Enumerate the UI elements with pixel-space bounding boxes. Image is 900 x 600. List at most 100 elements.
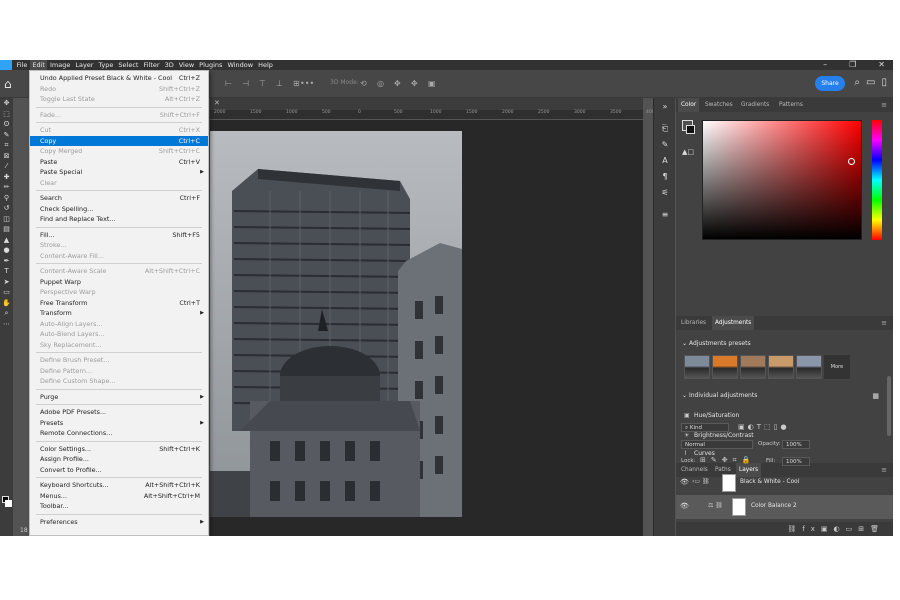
pan-icon[interactable]: ✥ xyxy=(394,79,403,88)
adjust-icon[interactable]: ≡ xyxy=(659,210,671,220)
lasso-tool-icon[interactable]: ʘ xyxy=(0,119,13,130)
preset-thumb-1[interactable] xyxy=(684,355,710,379)
layer-filter-select[interactable]: ⌕ Kind xyxy=(681,423,729,432)
close-icon[interactable]: ✕ xyxy=(878,60,885,70)
menu-item-copy[interactable]: Copy Ctrl+C xyxy=(30,135,208,146)
menu-item-copy-merged[interactable]: Copy Merged Shift+Ctrl+C xyxy=(30,146,208,157)
tab-patterns[interactable]: Patterns xyxy=(776,98,806,112)
history-brush-tool-icon[interactable]: ↺ xyxy=(0,203,13,214)
more-tools-icon[interactable]: ⋯ xyxy=(0,319,13,330)
menu-item-content-aware-scale[interactable]: Content-Aware Scale Alt+Shift+Ctrl+C xyxy=(30,266,208,277)
slide-icon[interactable]: ✥ xyxy=(411,79,420,88)
align-left-icon[interactable]: ⊢ xyxy=(225,79,234,88)
presets-header[interactable]: ⌄ Adjustments presets xyxy=(682,340,751,347)
hand-tool-icon[interactable]: ✋ xyxy=(0,298,13,309)
panel-menu-icon[interactable]: ≡ xyxy=(878,98,890,112)
menu-item-assign-profile[interactable]: Assign Profile... xyxy=(30,454,208,465)
menu-item-adobe-pdf-presets[interactable]: Adobe PDF Presets... xyxy=(30,407,208,418)
color-field[interactable] xyxy=(702,120,862,240)
layers-footer-icons[interactable]: ⛓fx▣◐▭⊞🗑 xyxy=(676,522,893,536)
menu-item-keyboard-shortcuts[interactable]: Keyboard Shortcuts... Alt+Shift+Ctrl+K xyxy=(30,480,208,491)
align-top-icon[interactable]: ⊥ xyxy=(276,79,285,88)
pen-tool-icon[interactable]: ✒ xyxy=(0,256,13,267)
menu-plugins[interactable]: Plugins xyxy=(197,60,225,70)
layer-group-row[interactable]: 👁 ›▭ ⛓ Black & White - Cool xyxy=(676,471,893,495)
preset-thumb-4[interactable] xyxy=(768,355,794,379)
menu-item-paste-special[interactable]: Paste Special ▶ xyxy=(30,167,208,178)
brush-settings-icon[interactable]: ✎ xyxy=(659,140,671,150)
paragraph-icon[interactable]: ¶ xyxy=(659,172,671,182)
preset-thumb-2[interactable] xyxy=(712,355,738,379)
menu-type[interactable]: Type xyxy=(96,60,116,70)
crop-tool-icon[interactable]: ⌗ xyxy=(0,140,13,151)
menu-item-paste[interactable]: Paste Ctrl+V xyxy=(30,157,208,168)
tab-color[interactable]: Color xyxy=(678,98,700,112)
menu-item-auto-blend-layers[interactable]: Auto-Blend Layers... xyxy=(30,329,208,340)
type-tool-icon[interactable]: T xyxy=(0,266,13,277)
menu-item-preferences[interactable]: Preferences ▶ xyxy=(30,517,208,528)
restore-icon[interactable]: ❐ xyxy=(849,60,856,70)
menu-item-sky-replacement[interactable]: Sky Replacement... xyxy=(30,340,208,351)
move-tool-icon[interactable]: ✥ xyxy=(0,98,13,109)
document-tab[interactable]: ✕ xyxy=(210,98,643,110)
blur-tool-icon[interactable]: ▲ xyxy=(0,235,13,246)
menu-item-color-settings[interactable]: Color Settings... Shift+Ctrl+K xyxy=(30,444,208,455)
hue-slider[interactable] xyxy=(872,120,882,240)
brush-tool-icon[interactable]: ✏ xyxy=(0,182,13,193)
align-center-icon[interactable]: ⊣ xyxy=(242,79,251,88)
grid-view-icon[interactable]: ▦ xyxy=(872,392,879,400)
workspace-icon[interactable]: ▭ xyxy=(866,77,875,89)
menu-item-stroke[interactable]: Stroke... xyxy=(30,240,208,251)
menu-item-undo-applied-preset-black-white-cool[interactable]: Undo Applied Preset Black & White - Cool… xyxy=(30,73,208,84)
menu-item-remote-connections[interactable]: Remote Connections... xyxy=(30,428,208,439)
menu-item-redo[interactable]: Redo Shift+Ctrl+Z xyxy=(30,84,208,95)
menu-item-menus[interactable]: Menus... Alt+Shift+Ctrl+M xyxy=(30,491,208,502)
menu-window[interactable]: Window xyxy=(225,60,256,70)
menu-item-define-custom-shape[interactable]: Define Custom Shape... xyxy=(30,376,208,387)
character-icon[interactable]: A xyxy=(659,156,671,166)
opacity-input[interactable]: 100% xyxy=(782,440,810,449)
menu-item-puppet-warp[interactable]: Puppet Warp xyxy=(30,277,208,288)
menu-select[interactable]: Select xyxy=(116,60,141,70)
menu-item-cut[interactable]: Cut Ctrl+X xyxy=(30,125,208,136)
more-icon[interactable]: ••• xyxy=(300,79,314,88)
menu-item-define-pattern[interactable]: Define Pattern... xyxy=(30,366,208,377)
menu-item-transform[interactable]: Transform ▶ xyxy=(30,308,208,319)
menu-help[interactable]: Help xyxy=(256,60,276,70)
frame-tool-icon[interactable]: ⊠ xyxy=(0,151,13,162)
menu-item-clear[interactable]: Clear xyxy=(30,178,208,189)
home-icon[interactable]: ⌂ xyxy=(4,77,18,91)
preset-thumb-3[interactable] xyxy=(740,355,766,379)
menu-item-find-and-replace-text[interactable]: Find and Replace Text... xyxy=(30,214,208,225)
scale-icon[interactable]: ▣ xyxy=(428,79,437,88)
tab-swatches[interactable]: Swatches xyxy=(702,98,736,112)
eyedropper-tool-icon[interactable]: ⁄ xyxy=(0,161,13,172)
orbit-icon[interactable]: ⟲ xyxy=(360,79,369,88)
close-tab-icon[interactable]: ✕ xyxy=(214,99,220,107)
layer-adjustment-row[interactable]: 👁 ⚖ ⛓ Color Balance 2 xyxy=(676,495,893,519)
menu-item-check-spelling[interactable]: Check Spelling... xyxy=(30,204,208,215)
quick-select-tool-icon[interactable]: ✎ xyxy=(0,130,13,141)
gamut-warning-icon[interactable]: ▲□ xyxy=(682,148,694,156)
menu-item-toolbar[interactable]: Toolbar... xyxy=(30,501,208,512)
background-color-chip[interactable] xyxy=(686,125,695,134)
layer-filter-icons[interactable]: ▣◐T⬚▯● xyxy=(738,423,790,431)
panel-toggle-icon[interactable]: ▯ xyxy=(881,77,887,89)
menu-item-toggle-last-state[interactable]: Toggle Last State Alt+Ctrl+Z xyxy=(30,94,208,105)
menu-item-fade[interactable]: Fade... Shift+Ctrl+F xyxy=(30,110,208,121)
menu-filter[interactable]: Filter xyxy=(141,60,162,70)
menu-3d[interactable]: 3D xyxy=(162,60,176,70)
menu-item-auto-align-layers[interactable]: Auto-Align Layers... xyxy=(30,319,208,330)
share-button[interactable]: Share xyxy=(815,76,845,91)
properties-icon[interactable]: ⚟ xyxy=(659,188,671,198)
canvas-area[interactable] xyxy=(210,120,643,536)
shape-tool-icon[interactable]: ▭ xyxy=(0,287,13,298)
layer-mask-thumb[interactable] xyxy=(722,474,736,492)
preset-thumb-5[interactable] xyxy=(796,355,822,379)
menu-item-perspective-warp[interactable]: Perspective Warp xyxy=(30,287,208,298)
menu-edit[interactable]: Edit xyxy=(29,60,48,70)
tab-gradients[interactable]: Gradients xyxy=(738,98,772,112)
menu-item-purge[interactable]: Purge ▶ xyxy=(30,392,208,403)
menu-image[interactable]: Image xyxy=(47,60,72,70)
roll-icon[interactable]: ◎ xyxy=(377,79,386,88)
